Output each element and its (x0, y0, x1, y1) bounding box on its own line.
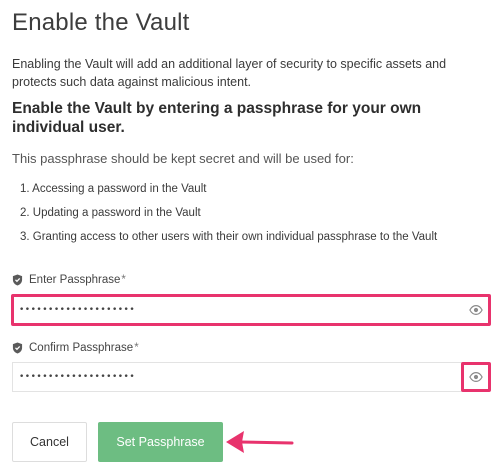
passphrase-label-text: Enter Passphrase (29, 274, 121, 286)
list-item: 3. Granting access to other users with t… (20, 231, 438, 243)
eye-icon[interactable] (469, 304, 483, 316)
list-item: 1. Accessing a password in the Vault (20, 183, 207, 195)
confirm-passphrase-label: Confirm Passphrase* (12, 342, 139, 354)
passphrase-label: Enter Passphrase* (12, 274, 126, 286)
page-title: Enable the Vault (12, 9, 190, 36)
required-mark: * (134, 342, 139, 354)
list-item: 2. Updating a password in the Vault (20, 207, 201, 219)
confirm-passphrase-input[interactable] (13, 363, 453, 391)
vault-setup-page: Enable the Vault Enabling the Vault will… (0, 0, 502, 476)
shield-icon (12, 274, 23, 286)
usage-list: 1. Accessing a password in the Vault 2. … (20, 182, 437, 254)
passphrase-input[interactable] (13, 296, 453, 324)
confirm-passphrase-field[interactable] (12, 362, 490, 392)
confirm-label-text: Confirm Passphrase (29, 342, 134, 354)
arrow-icon (226, 431, 294, 453)
eye-icon[interactable] (469, 371, 483, 383)
cancel-button[interactable]: Cancel (12, 422, 87, 462)
usage-lead-text: This passphrase should be kept secret an… (12, 151, 354, 166)
set-passphrase-button[interactable]: Set Passphrase (98, 422, 223, 462)
required-mark: * (121, 274, 126, 286)
shield-icon (12, 342, 23, 354)
section-heading: Enable the Vault by entering a passphras… (12, 100, 422, 136)
intro-text: Enabling the Vault will add an additiona… (12, 57, 447, 89)
passphrase-field[interactable] (12, 295, 490, 325)
